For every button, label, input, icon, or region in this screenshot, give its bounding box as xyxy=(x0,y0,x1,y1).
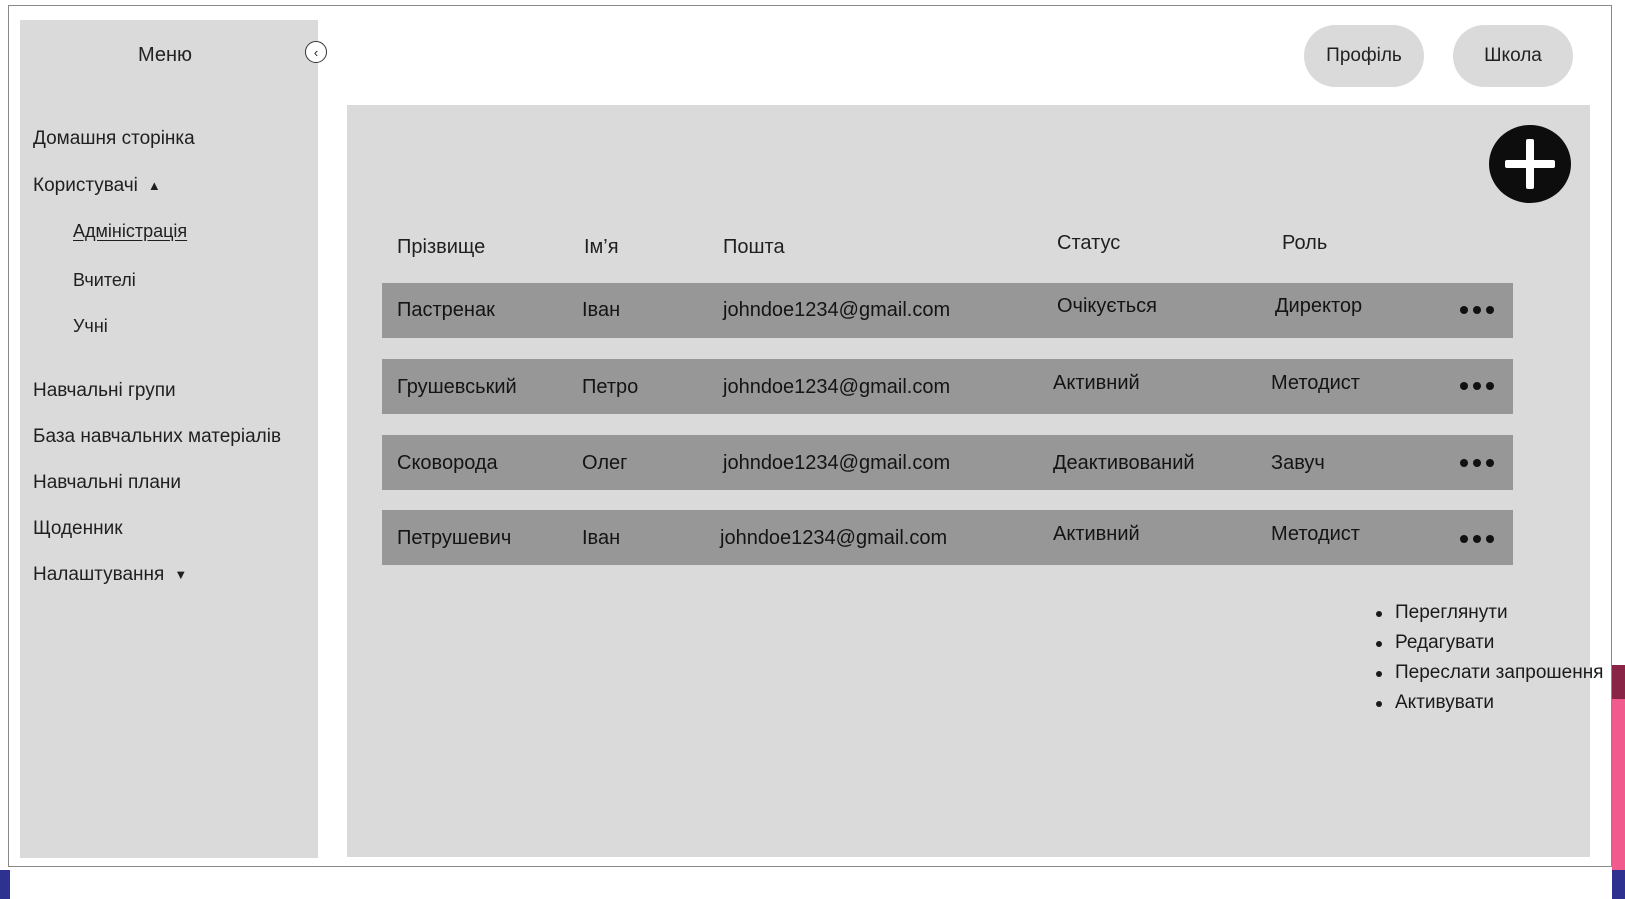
sidebar-subitem-teachers[interactable]: Вчителі xyxy=(73,270,136,291)
sidebar-item-settings[interactable]: Налаштування ▼ xyxy=(33,564,187,586)
sidebar-item-materials[interactable]: База навчальних матеріалів xyxy=(33,426,281,448)
cell-email: johndoe1234@gmail.com xyxy=(723,452,951,474)
row-actions-menu: Переглянути Редагувати Переслати запроше… xyxy=(1376,598,1603,718)
column-header-last-name[interactable]: Прізвище xyxy=(397,236,485,259)
sidebar-subitem-label: Учні xyxy=(73,316,108,336)
caret-down-icon: ▼ xyxy=(174,567,188,583)
column-header-status[interactable]: Статус xyxy=(1057,232,1120,255)
cell-status: Очікується xyxy=(1057,295,1158,317)
sidebar-subitem-administration[interactable]: Адміністрація xyxy=(73,221,187,242)
cell-first-name: Петро xyxy=(582,376,639,398)
caret-up-icon: ▲ xyxy=(147,178,161,194)
decor-strip-right-pink xyxy=(1612,699,1625,870)
more-actions-icon[interactable] xyxy=(1460,304,1494,316)
decor-strip-right-maroon xyxy=(1612,665,1625,699)
chevron-left-icon[interactable]: ‹ xyxy=(305,41,327,63)
menu-item-activate[interactable]: Активувати xyxy=(1376,688,1603,718)
sidebar-item-label: Щоденник xyxy=(33,518,123,539)
sidebar-item-home[interactable]: Домашня сторінка xyxy=(33,128,195,150)
sidebar-item-label: База навчальних матеріалів xyxy=(33,426,282,447)
sidebar-item-groups[interactable]: Навчальні групи xyxy=(33,380,176,402)
menu-item-edit[interactable]: Редагувати xyxy=(1376,628,1603,658)
add-user-button[interactable] xyxy=(1489,125,1571,203)
school-button-label: Школа xyxy=(1484,45,1542,66)
decor-strip-right-blue xyxy=(1612,870,1625,899)
column-header-first-name[interactable]: Ім’я xyxy=(584,236,619,259)
column-header-email[interactable]: Пошта xyxy=(723,236,785,259)
sidebar-item-label: Користувачі xyxy=(33,175,138,196)
column-header-role[interactable]: Роль xyxy=(1282,232,1327,255)
menu-item-view[interactable]: Переглянути xyxy=(1376,598,1603,628)
cell-first-name: Іван xyxy=(582,299,621,321)
cell-role: Методист xyxy=(1271,372,1360,394)
sidebar-subitem-label: Адміністрація xyxy=(73,221,188,241)
sidebar-item-users[interactable]: Користувачі ▲ xyxy=(33,175,161,197)
more-actions-icon[interactable] xyxy=(1460,380,1494,392)
cell-first-name: Олег xyxy=(582,452,628,474)
decor-strip-left xyxy=(0,870,10,899)
profile-button-label: Профіль xyxy=(1326,45,1402,66)
profile-button[interactable]: Профіль xyxy=(1304,25,1424,87)
more-actions-icon[interactable] xyxy=(1460,457,1494,469)
cell-email: johndoe1234@gmail.com xyxy=(723,376,951,398)
sidebar-title: Меню xyxy=(137,44,193,66)
plus-icon-stem xyxy=(1526,139,1534,189)
cell-last-name: Пастренак xyxy=(397,299,495,321)
sidebar-item-label: Домашня сторінка xyxy=(33,128,195,149)
school-button[interactable]: Школа xyxy=(1453,25,1573,87)
cell-status: Активний xyxy=(1053,523,1140,545)
cell-email: johndoe1234@gmail.com xyxy=(723,299,951,321)
sidebar-item-label: Навчальні групи xyxy=(33,380,176,401)
sidebar-item-plans[interactable]: Навчальні плани xyxy=(33,472,181,494)
menu-item-resend-invite[interactable]: Переслати запрошення xyxy=(1376,658,1603,688)
cell-last-name: Грушевський xyxy=(397,376,517,398)
sidebar-item-label: Навчальні плани xyxy=(33,472,182,493)
cell-role: Завуч xyxy=(1271,452,1325,474)
cell-role: Директор xyxy=(1275,295,1363,317)
cell-status: Деактивований xyxy=(1053,452,1195,474)
cell-last-name: Сковорода xyxy=(397,452,498,474)
cell-email: johndoe1234@gmail.com xyxy=(720,527,948,549)
more-actions-icon[interactable] xyxy=(1460,533,1494,545)
sidebar-subitem-students[interactable]: Учні xyxy=(73,316,108,337)
sidebar-item-diary[interactable]: Щоденник xyxy=(33,518,123,540)
cell-first-name: Іван xyxy=(582,527,621,549)
sidebar-subitem-label: Вчителі xyxy=(73,270,136,290)
cell-role: Методист xyxy=(1271,523,1360,545)
cell-last-name: Петрушевич xyxy=(397,527,512,549)
sidebar-item-label: Налаштування xyxy=(33,564,165,585)
cell-status: Активний xyxy=(1053,372,1140,394)
